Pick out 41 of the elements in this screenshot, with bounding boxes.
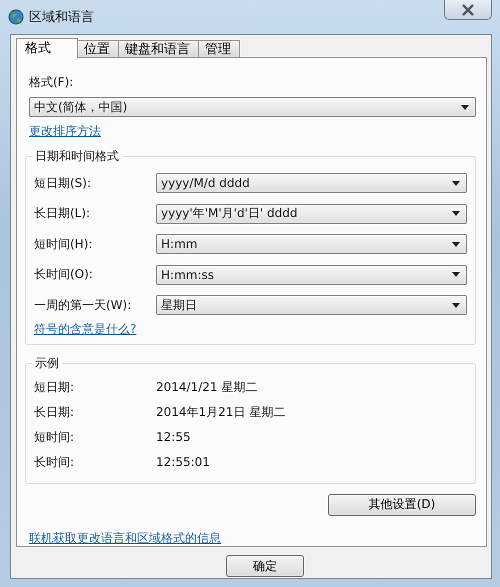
tab[interactable]: 键盘和语言	[118, 40, 199, 57]
field-label: 长时间(O):	[34, 266, 94, 284]
globe-icon	[8, 9, 24, 25]
group-title: 示例	[34, 354, 60, 372]
change-sort-link[interactable]: 更改排序方法	[29, 123, 101, 140]
symbols-help-link[interactable]: 符号的含意是什么?	[34, 322, 136, 336]
tab[interactable]: 格式	[16, 38, 78, 58]
additional-settings-button[interactable]: 其他设置(D)	[328, 494, 476, 516]
tab[interactable]: 管理	[198, 40, 240, 57]
field-label: 短日期(S):	[34, 174, 92, 192]
example-value: 12:55:01	[156, 455, 210, 469]
dropdown-arrow-icon	[452, 242, 460, 247]
group-title: 日期和时间格式	[34, 148, 120, 165]
dropdown-arrow-icon	[452, 302, 460, 308]
dropdown-arrow-icon	[452, 180, 460, 186]
format-dropdown[interactable]: H:mm:ss	[156, 264, 467, 285]
window-title: 区域和语言	[29, 9, 94, 26]
close-icon	[461, 4, 475, 16]
field-label: 短时间(H):	[34, 236, 94, 253]
example-value: 2014年1月21日 星期二	[156, 404, 286, 420]
example-label: 长时间:	[34, 454, 76, 470]
dropdown-arrow-icon	[452, 211, 460, 216]
example-value: 2014/1/21 星期二	[156, 378, 258, 396]
format-dropdown[interactable]: 星期日	[156, 295, 467, 316]
format-dropdown[interactable]: 中文(简体，中国)	[29, 97, 476, 117]
dropdown-arrow-icon	[461, 104, 469, 110]
example-label: 短日期:	[34, 378, 76, 396]
format-dropdown[interactable]: yyyy'年'M'月'd'日' dddd	[156, 204, 467, 224]
dropdown-arrow-icon	[452, 272, 460, 278]
example-value: 12:55	[156, 430, 191, 444]
format-dropdown[interactable]: yyyy/M/d dddd	[156, 173, 467, 194]
online-info-link[interactable]: 联机获取更改语言和区域格式的信息	[29, 530, 221, 546]
field-label: 一周的第一天(W):	[34, 296, 132, 314]
close-button[interactable]	[444, 0, 492, 20]
tab[interactable]: 位置	[77, 40, 119, 57]
example-label: 长日期:	[34, 404, 76, 420]
format-dropdown[interactable]: H:mm	[156, 234, 467, 254]
dialog-button[interactable]: 确定	[226, 555, 304, 577]
format-label: 格式(F):	[29, 74, 74, 91]
field-label: 长日期(L):	[34, 205, 92, 222]
example-label: 短时间:	[34, 428, 76, 446]
